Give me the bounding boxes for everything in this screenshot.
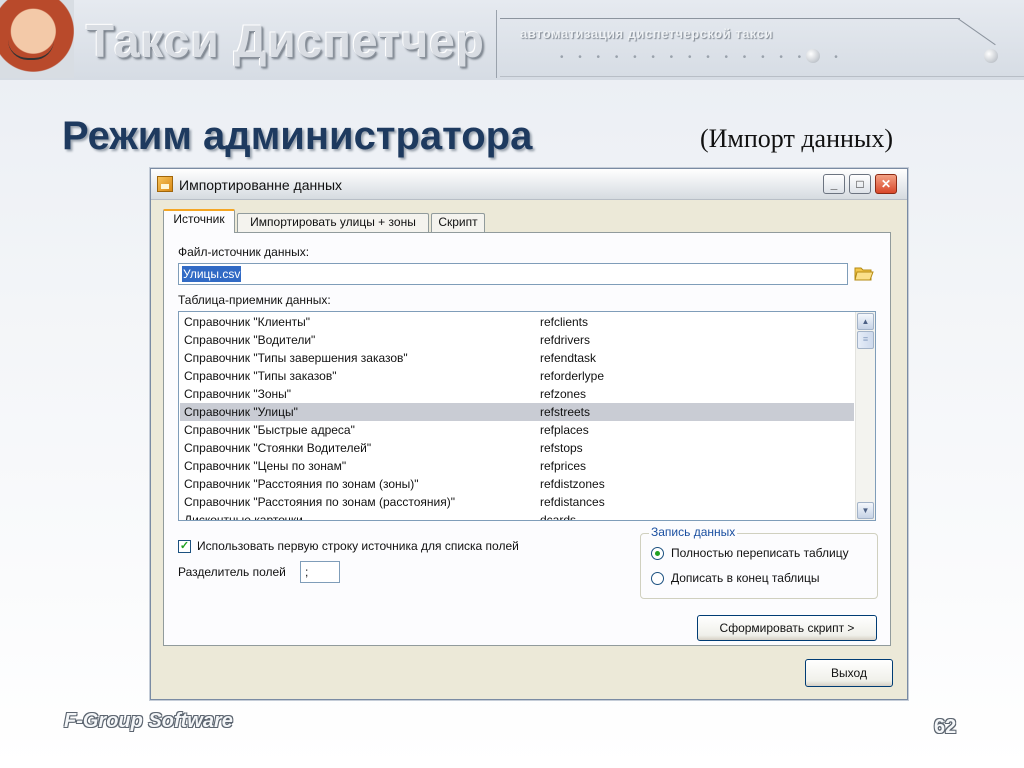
list-item-code: reforderlype [540, 369, 605, 383]
list-item-name: Справочник "Стоянки Водителей" [184, 441, 372, 455]
list-item-code: refdistzones [540, 477, 605, 491]
source-file-label: Файл-источник данных: [178, 245, 310, 259]
list-item[interactable]: Справочник "Быстрые адреса" refplaces [180, 421, 854, 439]
list-item[interactable]: Справочник "Водители" refdrivers [180, 331, 854, 349]
list-item-code: refendtask [540, 351, 597, 365]
list-item[interactable]: Справочник "Стоянки Водителей" refstops [180, 439, 854, 457]
header-banner: Такси Диспетчер автоматизация диспетчерс… [0, 0, 1024, 80]
open-folder-icon[interactable] [854, 264, 876, 284]
separator-input[interactable]: ; [300, 561, 340, 583]
list-item-code: dcards [540, 513, 577, 521]
slide-subtitle: (Импорт данных) [700, 124, 894, 153]
close-icon[interactable]: ✕ [875, 174, 897, 194]
brand-subtitle: автоматизация диспетчерской такси [520, 26, 773, 41]
scroll-up-icon[interactable]: ▲ [857, 313, 874, 330]
tab-panel-source: Файл-источник данных: Улицы.csv Таблица-… [163, 232, 891, 646]
decor-ball-icon [984, 49, 998, 63]
list-item[interactable]: Справочник "Типы завершения заказов" refe… [180, 349, 854, 367]
list-item-name: Справочник "Водители" [184, 333, 316, 347]
list-item[interactable]: Справочник "Типы заказов" reforderlype [180, 367, 854, 385]
use-first-row-label: Использовать первую строку источника для… [197, 539, 519, 553]
append-label: Дописать в конец таблицы [671, 571, 820, 585]
tab-import-streets-zones[interactable]: Импортировать улицы + зоны [237, 213, 429, 232]
footer-brand: F-Group Software [64, 710, 233, 732]
tab-source[interactable]: Источник [163, 209, 235, 233]
minimize-icon[interactable]: _ [823, 174, 845, 194]
list-item-name: Справочник "Расстояния по зонам (зоны)" [184, 477, 419, 491]
window-titlebar[interactable]: Импортированне данных _ □ ✕ [151, 169, 907, 200]
source-file-value: Улицы.csv [182, 266, 242, 282]
source-file-input[interactable]: Улицы.csv [178, 263, 848, 285]
banner-line-bottom [500, 76, 1024, 77]
list-item-name: Справочник "Расстояния по зонам (расстоя… [184, 495, 455, 509]
window-title: Импортированне данных [179, 177, 343, 193]
append-radio[interactable] [651, 572, 664, 585]
overwrite-radio[interactable] [651, 547, 664, 560]
import-dialog: Импортированне данных _ □ ✕ Источник Имп… [150, 168, 908, 700]
list-item-code: refclients [540, 315, 589, 329]
banner-divider [496, 10, 497, 78]
target-table-list[interactable]: Справочник "Клиенты" refclients Справочни… [178, 311, 876, 521]
operator-photo [0, 0, 74, 78]
exit-button[interactable]: Выход [805, 659, 893, 687]
separator-label: Разделитель полей [178, 565, 286, 579]
app-icon [157, 176, 173, 192]
list-item[interactable]: Справочник "Клиенты" refclients [180, 313, 854, 331]
slide-title: Режим администратора [62, 114, 533, 158]
decor-ball-icon [806, 49, 820, 63]
list-item[interactable]: Справочник "Цены по зонам" refprices [180, 457, 854, 475]
use-first-row-checkbox[interactable]: ✓ [178, 540, 191, 553]
list-item-code: refdistances [540, 495, 605, 509]
list-item-code: refstreets [540, 405, 591, 419]
write-mode-group: Запись данных Полностью переписать табли… [640, 525, 878, 599]
list-item-code: refdrivers [540, 333, 591, 347]
list-item-code: refstops [540, 441, 583, 455]
page-number: 62 [934, 716, 957, 738]
build-script-button[interactable]: Сформировать скрипт > [697, 615, 877, 641]
banner-line-top [500, 18, 960, 19]
list-item[interactable]: Справочник "Зоны" refzones [180, 385, 854, 403]
banner-line-diagonal [957, 18, 996, 46]
headset-icon [8, 34, 54, 60]
maximize-icon[interactable]: □ [849, 174, 871, 194]
scroll-down-icon[interactable]: ▼ [857, 502, 874, 519]
brand-title: Такси Диспетчер [86, 15, 485, 67]
list-item-code: refplaces [540, 423, 589, 437]
list-item-name: Дисконтные карточки [184, 513, 303, 521]
list-item[interactable]: Справочник "Расстояния по зонам (расстоя… [180, 493, 854, 511]
list-item-name: Справочник "Улицы" [184, 405, 298, 419]
list-item-name: Справочник "Быстрые адреса" [184, 423, 355, 437]
scroll-thumb[interactable]: ≡ [857, 331, 874, 349]
list-item[interactable]: Справочник "Расстояния по зонам (зоны)" r… [180, 475, 854, 493]
list-item-name: Справочник "Зоны" [184, 387, 292, 401]
tab-script[interactable]: Скрипт [431, 213, 485, 232]
list-item[interactable]: Дисконтные карточки dcards [180, 511, 854, 521]
list-item-name: Справочник "Цены по зонам" [184, 459, 347, 473]
list-item-selected[interactable]: Справочник "Улицы" refstreets [180, 403, 854, 421]
target-table-label: Таблица-приемник данных: [178, 293, 331, 307]
list-item-code: refprices [540, 459, 587, 473]
list-item-name: Справочник "Типы завершения заказов" [184, 351, 408, 365]
overwrite-label: Полностью переписать таблицу [671, 546, 849, 560]
list-item-name: Справочник "Клиенты" [184, 315, 310, 329]
list-item-code: refzones [540, 387, 587, 401]
list-item-name: Справочник "Типы заказов" [184, 369, 337, 383]
write-mode-legend: Запись данных [649, 525, 738, 539]
list-scrollbar[interactable]: ▲ ≡ ▼ [855, 312, 875, 520]
banner-dots: • • • • • • • • • • • • • • • • [560, 52, 844, 63]
